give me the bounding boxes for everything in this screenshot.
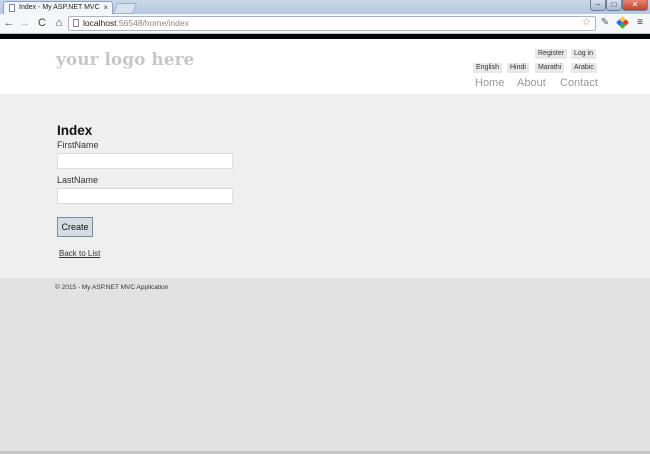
back-to-list-link[interactable]: Back to List <box>59 249 100 258</box>
firstname-label: FirstName <box>57 140 99 150</box>
footer-copyright: © 2015 - My ASP.NET MVC Application <box>55 284 169 291</box>
nav-home[interactable]: Home <box>475 77 504 89</box>
language-arabic[interactable]: Arabic <box>571 63 597 73</box>
lastname-input[interactable] <box>57 188 233 204</box>
browser-tab[interactable]: Index - My ASP.NET MVC × <box>3 1 113 15</box>
maximize-button[interactable]: □ <box>606 0 622 11</box>
language-marathi[interactable]: Marathi <box>535 63 565 73</box>
color-picker-icon[interactable] <box>615 16 629 30</box>
browser-toolbar: ← → C ⌂ localhost:56548/home/index ☆ ✎ ≡ <box>0 14 650 34</box>
nav-about[interactable]: About <box>517 77 546 89</box>
nav-contact[interactable]: Contact <box>560 77 598 89</box>
address-bar[interactable]: localhost:56548/home/index ☆ <box>68 16 596 31</box>
lastname-label: LastName <box>57 175 99 185</box>
site-logo[interactable]: your logo here <box>56 50 194 70</box>
browser-titlebar: Index - My ASP.NET MVC × – □ ✕ <box>0 0 650 15</box>
login-link[interactable]: Log in <box>571 49 597 59</box>
back-arrow-icon[interactable]: ← <box>3 16 15 30</box>
register-link[interactable]: Register <box>535 49 568 59</box>
new-tab-button[interactable] <box>112 3 138 14</box>
tab-close-icon[interactable]: × <box>103 2 108 14</box>
wrench-icon[interactable]: ✎ <box>599 16 611 30</box>
page-icon <box>73 19 79 27</box>
page-icon <box>9 4 15 12</box>
reload-icon[interactable]: C <box>36 16 48 30</box>
url-text: localhost:56548/home/index <box>83 17 189 30</box>
bookmark-star-icon[interactable]: ☆ <box>582 16 591 29</box>
url-host: localhost <box>83 18 117 28</box>
url-path: :56548/home/index <box>116 18 189 28</box>
home-icon[interactable]: ⌂ <box>53 16 65 30</box>
forward-arrow-icon[interactable]: → <box>19 16 31 30</box>
menu-icon[interactable]: ≡ <box>634 16 646 30</box>
language-english[interactable]: English <box>473 63 502 73</box>
firstname-input[interactable] <box>57 153 233 169</box>
site-header: your logo here Register Log in English H… <box>0 39 650 94</box>
tab-title: Index - My ASP.NET MVC <box>19 4 100 11</box>
close-window-button[interactable]: ✕ <box>622 0 648 11</box>
minimize-button[interactable]: – <box>590 0 606 11</box>
main-content: Index FirstName LastName Create Back to … <box>0 94 650 278</box>
page-title: Index <box>57 123 93 138</box>
language-hindi[interactable]: Hindi <box>507 63 529 73</box>
create-button[interactable]: Create <box>57 217 93 237</box>
